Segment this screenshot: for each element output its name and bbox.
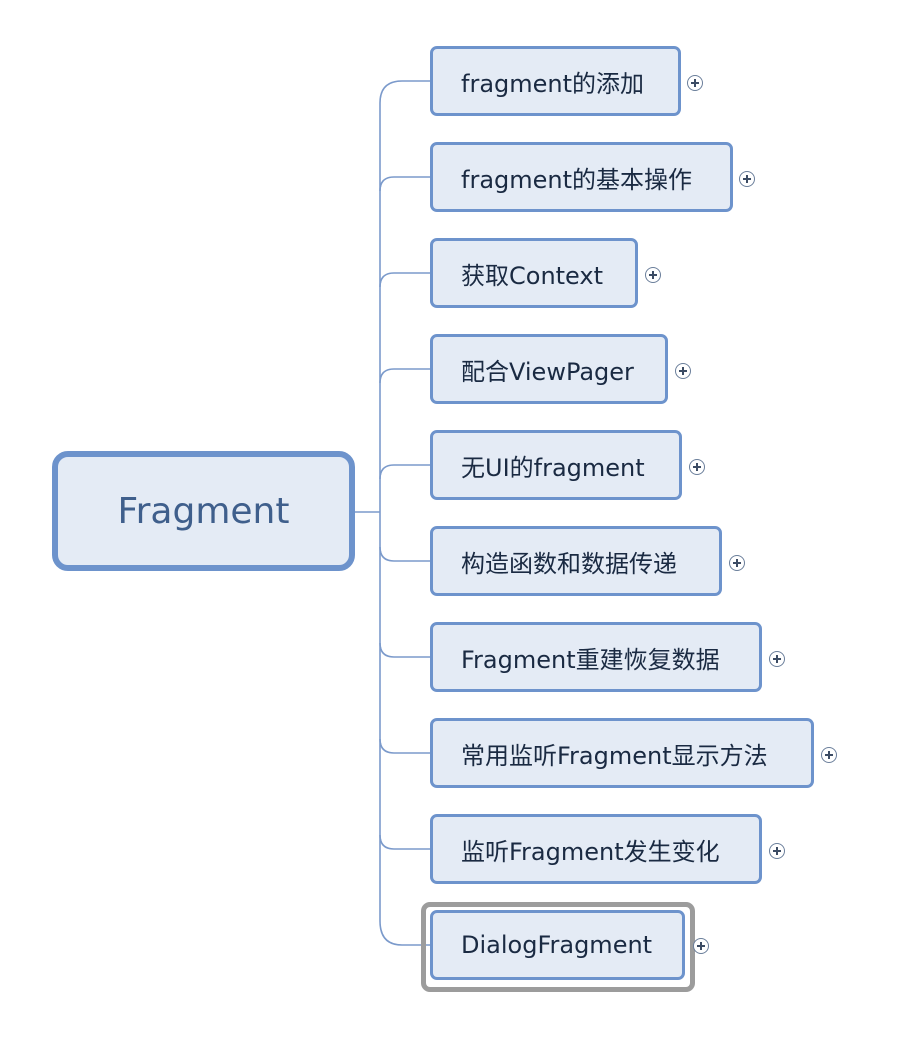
topic-label: 无UI的fragment: [461, 453, 645, 482]
topic-label: 常用监听Fragment显示方法: [461, 741, 768, 770]
topic-no-ui-fragment[interactable]: 无UI的fragment: [430, 430, 682, 500]
expand-plus-icon[interactable]: [729, 555, 745, 571]
expand-plus-icon[interactable]: [739, 171, 755, 187]
topic-label: fragment的添加: [461, 69, 645, 98]
topic-fragment-visibility[interactable]: 常用监听Fragment显示方法: [430, 718, 814, 788]
topic-label: fragment的基本操作: [461, 165, 693, 194]
expand-plus-icon[interactable]: [675, 363, 691, 379]
expand-plus-icon[interactable]: [821, 747, 837, 763]
topic-label: 配合ViewPager: [461, 357, 634, 386]
topic-label: Fragment重建恢复数据: [461, 645, 720, 674]
topic-dialog-fragment[interactable]: DialogFragment: [430, 910, 685, 980]
root-topic-label: Fragment: [117, 490, 290, 532]
topic-viewpager[interactable]: 配合ViewPager: [430, 334, 668, 404]
expand-plus-icon[interactable]: [645, 267, 661, 283]
topic-label: 获取Context: [461, 261, 604, 290]
topic-label: 构造函数和数据传递: [461, 549, 677, 578]
topic-label: 监听Fragment发生变化: [461, 837, 720, 866]
expand-plus-icon[interactable]: [693, 938, 709, 954]
topic-get-context[interactable]: 获取Context: [430, 238, 638, 308]
topic-constructor-data[interactable]: 构造函数和数据传递: [430, 526, 722, 596]
topic-fragment-add[interactable]: fragment的添加: [430, 46, 681, 116]
topic-fragment-change[interactable]: 监听Fragment发生变化: [430, 814, 762, 884]
expand-plus-icon[interactable]: [769, 843, 785, 859]
expand-plus-icon[interactable]: [687, 75, 703, 91]
expand-plus-icon[interactable]: [769, 651, 785, 667]
root-topic[interactable]: Fragment: [52, 451, 355, 571]
topic-fragment-basic-ops[interactable]: fragment的基本操作: [430, 142, 733, 212]
topic-label: DialogFragment: [461, 931, 653, 959]
topic-fragment-restore[interactable]: Fragment重建恢复数据: [430, 622, 762, 692]
expand-plus-icon[interactable]: [689, 459, 705, 475]
